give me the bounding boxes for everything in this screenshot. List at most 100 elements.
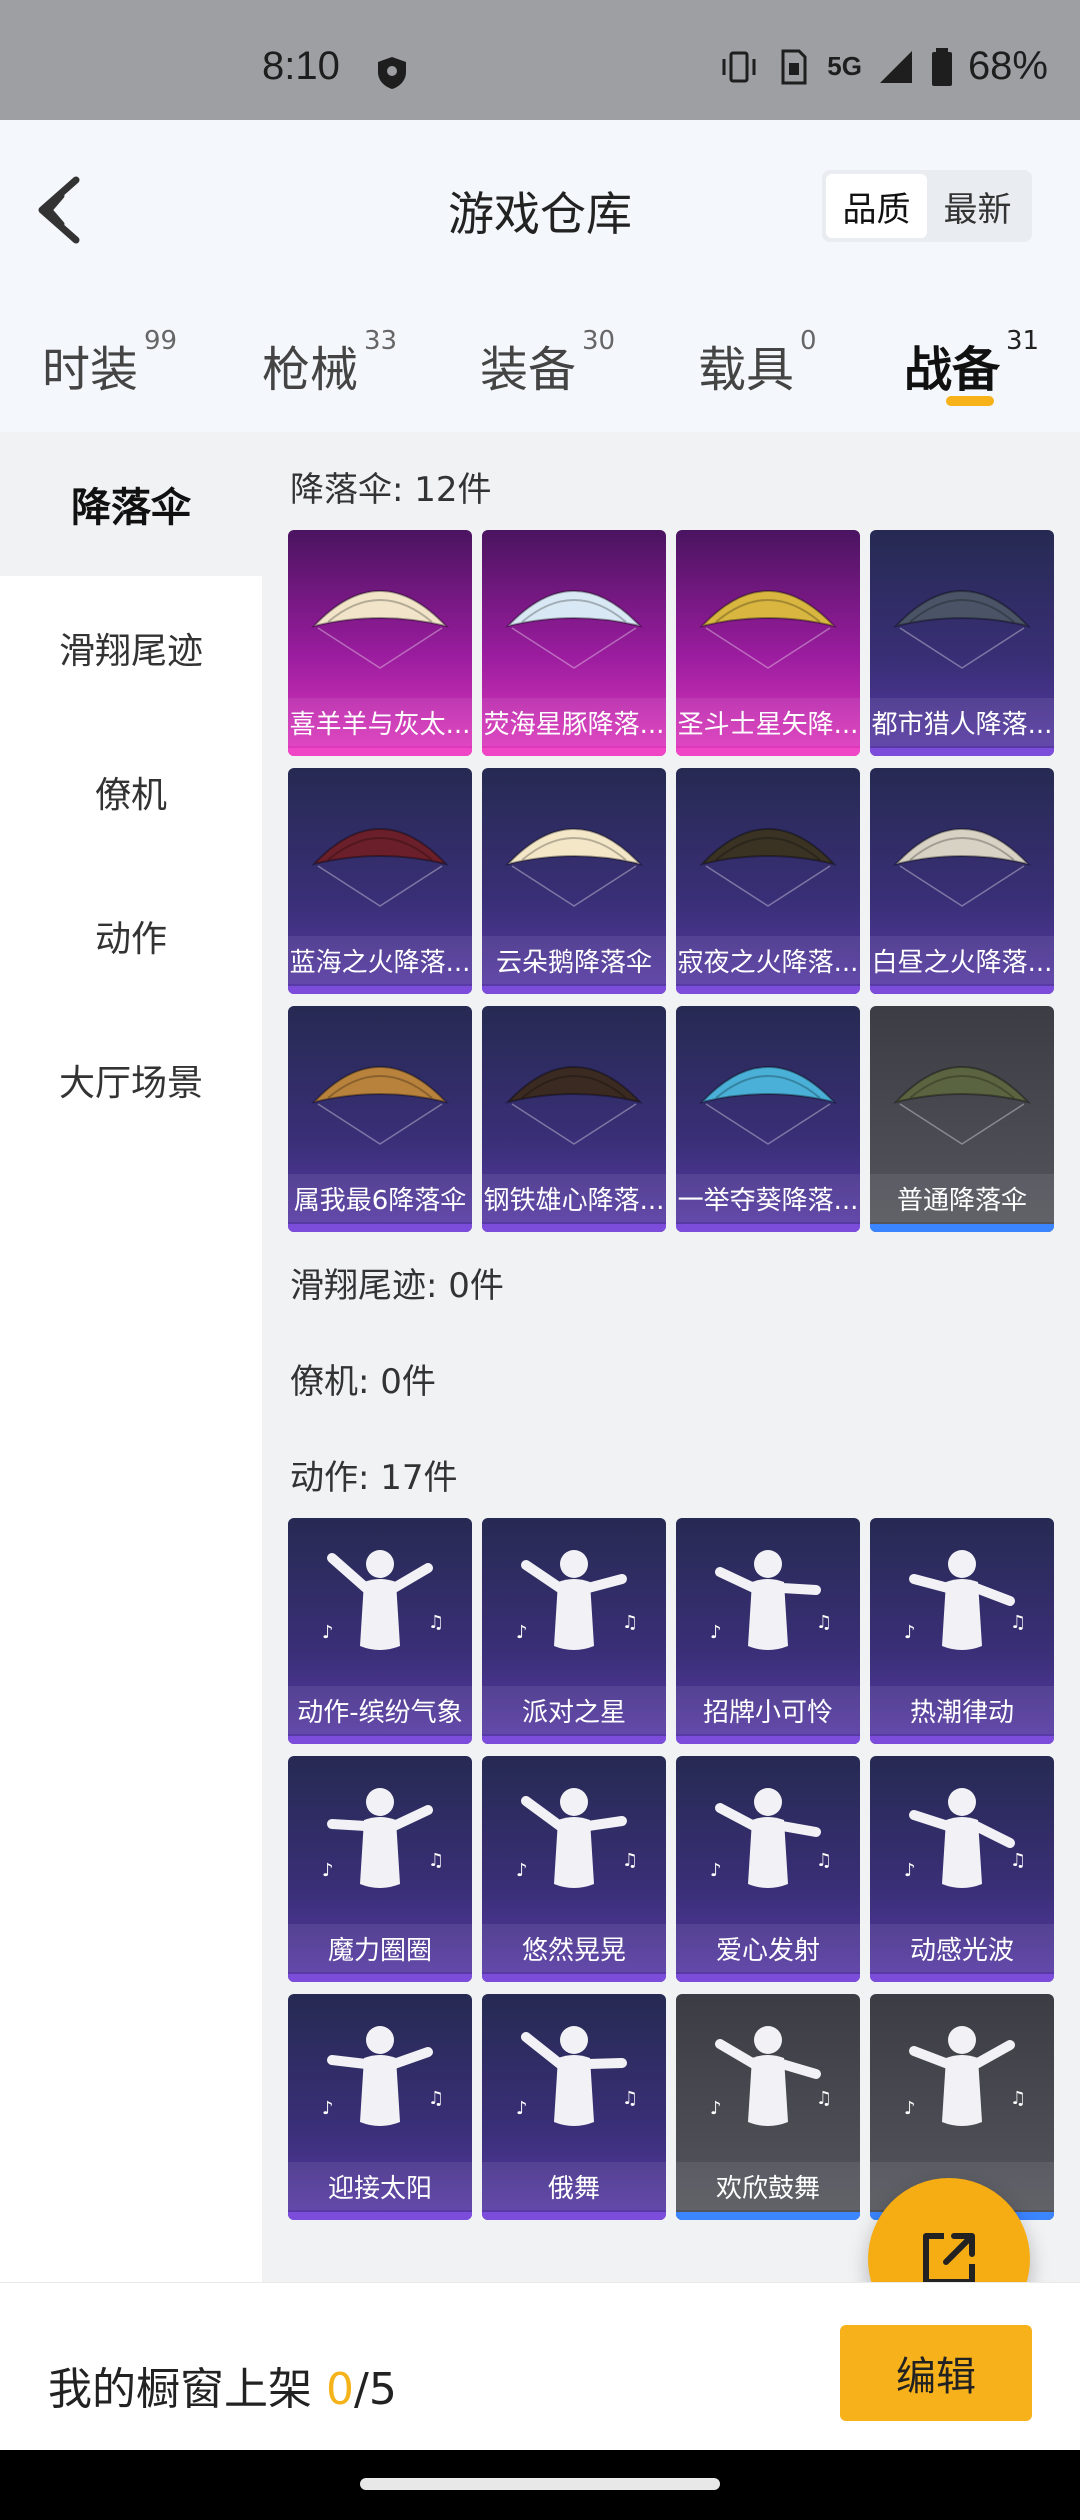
svg-text:♪: ♪ — [710, 2098, 722, 2119]
tab-fashion[interactable]: 时装99 — [42, 326, 177, 400]
parachute-name: 属我最6降落伞 — [288, 1174, 472, 1222]
parachute-card[interactable]: 寂夜之火降落... — [676, 768, 860, 994]
rarity-bar — [676, 1224, 860, 1232]
parachute-image — [504, 1066, 644, 1145]
status-time: 8:10 — [262, 44, 340, 88]
emote-card[interactable]: ♪ ♫ 派对之星 — [482, 1518, 666, 1744]
parachute-image — [698, 590, 838, 669]
edit-button[interactable]: 编辑 — [840, 2325, 1032, 2421]
emote-card[interactable]: ♪ ♫ 动感光波 — [870, 1756, 1054, 1982]
parachute-name: 寂夜之火降落... — [676, 936, 860, 984]
parachute-name: 都市猎人降落... — [870, 698, 1054, 746]
emote-image: ♪ ♫ — [710, 1788, 832, 1888]
parachute-name: 钢铁雄心降落... — [482, 1174, 666, 1222]
svg-text:♫: ♫ — [622, 1612, 638, 1633]
section-title-trail: 滑翔尾迹: 0件 — [290, 1266, 504, 1306]
status-bar: 8:10 5G 68% — [0, 0, 1080, 120]
sidebar-item-lobby-scene[interactable]: 大厅场景 — [0, 1008, 262, 1152]
tab-combat-prep[interactable]: 战备31 — [904, 326, 1039, 400]
parachute-image — [504, 590, 644, 669]
svg-text:♫: ♫ — [816, 1612, 832, 1633]
svg-text:♪: ♪ — [322, 1622, 334, 1643]
svg-text:♫: ♫ — [816, 2088, 832, 2109]
emote-image: ♪ ♫ — [516, 1550, 638, 1650]
parachute-card[interactable]: 蓝海之火降落... — [288, 768, 472, 994]
sort-newest-button[interactable]: 最新 — [927, 174, 1028, 238]
emote-name: 爱心发射 — [676, 1924, 860, 1972]
battery-level: 68% — [967, 44, 1048, 88]
sidebar-item-parachute[interactable]: 降落伞 — [0, 432, 262, 576]
emote-card[interactable]: ♪ ♫ 迎接太阳 — [288, 1994, 472, 2220]
parachute-card[interactable]: 属我最6降落伞 — [288, 1006, 472, 1232]
sidebar-item-trail[interactable]: 滑翔尾迹 — [0, 576, 262, 720]
parachute-image — [310, 1066, 450, 1145]
rarity-bar — [870, 1224, 1054, 1232]
tab-vehicles[interactable]: 载具0 — [698, 326, 817, 400]
parachute-image — [892, 1066, 1032, 1145]
rarity-bar — [288, 1224, 472, 1232]
svg-text:♪: ♪ — [710, 1622, 722, 1643]
rarity-bar — [870, 1974, 1054, 1982]
emote-name: 招牌小可怜 — [676, 1686, 860, 1734]
svg-text:♫: ♫ — [428, 2088, 444, 2109]
parachute-name: 荧海星豚降落... — [482, 698, 666, 746]
emote-card[interactable]: ♪ ♫ 动作-缤纷气象 — [288, 1518, 472, 1744]
tab-equipment[interactable]: 装备30 — [480, 326, 615, 400]
emote-card[interactable]: ♪ ♫ 爱心发射 — [676, 1756, 860, 1982]
section-title-wingman: 僚机: 0件 — [290, 1362, 436, 1402]
rarity-bar — [288, 2212, 472, 2220]
parachute-image — [504, 828, 644, 907]
rarity-bar — [870, 748, 1054, 756]
parachute-card[interactable]: 云朵鹅降落伞 — [482, 768, 666, 994]
parachute-card[interactable]: 荧海星豚降落... — [482, 530, 666, 756]
parachute-card[interactable]: 钢铁雄心降落... — [482, 1006, 666, 1232]
rarity-bar — [482, 2212, 666, 2220]
emote-card[interactable]: ♪ ♫ 热潮律动 — [870, 1518, 1054, 1744]
parachute-grid: 喜羊羊与灰太... 荧海星豚降落... 圣斗士星矢降... 都市猎人降落... 蓝海之火… — [288, 530, 1054, 1232]
signal-icon — [879, 50, 912, 83]
emote-name: 俄舞 — [482, 2162, 666, 2210]
emote-image: ♪ ♫ — [710, 1550, 832, 1650]
svg-text:♫: ♫ — [1010, 1850, 1026, 1871]
emote-image: ♪ ♫ — [904, 1788, 1026, 1888]
parachute-card[interactable]: 喜羊羊与灰太... — [288, 530, 472, 756]
emote-card[interactable]: ♪ ♫ 悠然晃晃 — [482, 1756, 666, 1982]
parachute-card[interactable]: 普通降落伞 — [870, 1006, 1054, 1232]
sort-quality-button[interactable]: 品质 — [826, 174, 927, 238]
emote-card[interactable]: ♪ ♫ 欢欣鼓舞 — [676, 1994, 860, 2220]
svg-text:♪: ♪ — [516, 2098, 528, 2119]
active-tab-indicator — [946, 396, 994, 406]
parachute-card[interactable]: 白昼之火降落... — [870, 768, 1054, 994]
sidebar-item-emote[interactable]: 动作 — [0, 864, 262, 1008]
battery-icon — [931, 47, 952, 86]
rarity-bar — [482, 748, 666, 756]
parachute-name: 一举夺葵降落... — [676, 1174, 860, 1222]
parachute-image — [698, 1066, 838, 1145]
rarity-bar — [870, 1736, 1054, 1744]
rarity-bar — [288, 1736, 472, 1744]
category-tabs: 时装99 枪械33 装备30 载具0 战备31 — [0, 290, 1080, 432]
home-gesture-bar[interactable] — [360, 2478, 720, 2490]
parachute-image — [892, 590, 1032, 669]
emote-name: 动感光波 — [870, 1924, 1054, 1972]
svg-text:♪: ♪ — [710, 1860, 722, 1881]
emote-name: 欢欣鼓舞 — [676, 2162, 860, 2210]
sim-icon — [781, 49, 807, 84]
emote-card[interactable]: ♪ ♫ 俄舞 — [482, 1994, 666, 2220]
system-nav-bar — [0, 2450, 1080, 2520]
emote-image: ♪ ♫ — [322, 1788, 444, 1888]
parachute-card[interactable]: 一举夺葵降落... — [676, 1006, 860, 1232]
parachute-card[interactable]: 圣斗士星矢降... — [676, 530, 860, 756]
svg-text:♪: ♪ — [904, 2098, 916, 2119]
rarity-bar — [288, 1974, 472, 1982]
tab-guns[interactable]: 枪械33 — [262, 326, 397, 400]
content-panel: 降落伞: 12件 喜羊羊与灰太... 荧海星豚降落... 圣斗士星矢降... 都市猎人… — [262, 432, 1080, 2282]
parachute-card[interactable]: 都市猎人降落... — [870, 530, 1054, 756]
emote-name: 热潮律动 — [870, 1686, 1054, 1734]
emote-card[interactable]: ♪ ♫ 魔力圈圈 — [288, 1756, 472, 1982]
svg-text:♫: ♫ — [1010, 2088, 1026, 2109]
sidebar-item-wingman[interactable]: 僚机 — [0, 720, 262, 864]
rarity-bar — [676, 1974, 860, 1982]
emote-image: ♪ ♫ — [516, 2026, 638, 2126]
emote-card[interactable]: ♪ ♫ 招牌小可怜 — [676, 1518, 860, 1744]
